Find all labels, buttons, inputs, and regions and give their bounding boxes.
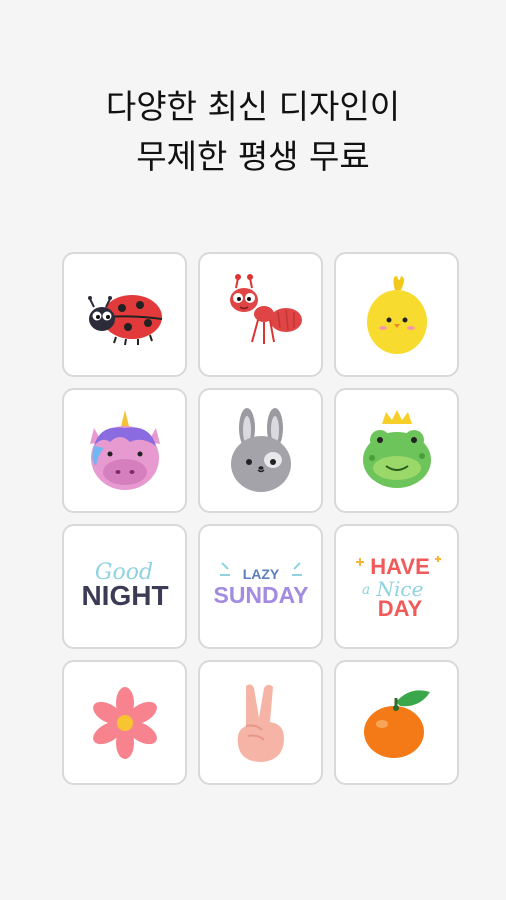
frog-prince-icon [362, 409, 431, 488]
victory-hand-icon [237, 683, 284, 762]
sticker-tangerine[interactable] [334, 660, 459, 785]
lazy-word: LAZY [242, 566, 279, 582]
sticker-grid: Good NIGHT LAZY SUNDAY HAVE a Nice DAY [62, 252, 460, 786]
sunday-word: SUNDAY [213, 582, 308, 608]
ladybug-icon [87, 294, 162, 345]
have-a-nice-day-icon: HAVE a Nice DAY [355, 554, 441, 621]
sticker-frog-prince[interactable] [334, 388, 459, 513]
tangerine-icon [363, 689, 430, 758]
chick-icon [366, 275, 427, 354]
sticker-flower[interactable] [62, 660, 187, 785]
sticker-victory-hand[interactable] [198, 660, 323, 785]
unicorn-icon [89, 409, 160, 490]
lazy-sunday-icon: LAZY SUNDAY [213, 561, 308, 608]
good-night-word: NIGHT [81, 580, 168, 611]
sticker-good-night[interactable]: Good NIGHT [62, 524, 187, 649]
sticker-ant[interactable] [198, 252, 323, 377]
sticker-chick[interactable] [334, 252, 459, 377]
have-word: HAVE [370, 554, 430, 579]
ant-icon [229, 273, 302, 344]
day-word: DAY [377, 596, 422, 621]
a-script: a [361, 582, 369, 598]
bunny-icon [230, 407, 291, 492]
sticker-have-a-nice-day[interactable]: HAVE a Nice DAY [334, 524, 459, 649]
headline-line-1: 다양한 최신 디자인이 [105, 87, 401, 126]
flower-icon [92, 686, 157, 759]
headline: 다양한 최신 디자인이 무제한 평생 무료 [0, 82, 506, 182]
sticker-lazy-sunday[interactable]: LAZY SUNDAY [198, 524, 323, 649]
sticker-bunny[interactable] [198, 388, 323, 513]
sticker-unicorn[interactable] [62, 388, 187, 513]
sticker-ladybug[interactable] [62, 252, 187, 377]
headline-line-2: 무제한 평생 무료 [136, 137, 370, 176]
good-night-icon: Good NIGHT [81, 560, 168, 611]
